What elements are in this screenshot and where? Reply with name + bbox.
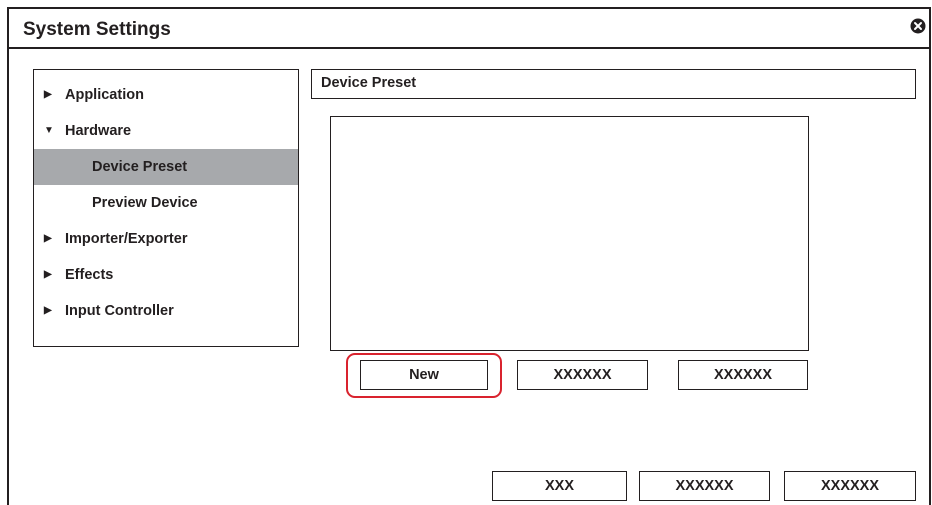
tree-item-label: Preview Device xyxy=(92,195,198,211)
preset-action-button-2[interactable]: XXXXXX xyxy=(517,360,648,390)
footer-button-1[interactable]: XXX xyxy=(492,471,627,501)
title-bar: System Settings xyxy=(9,9,929,49)
tree-item-preview-device[interactable]: Preview Device xyxy=(34,185,298,221)
tree-item-label: Hardware xyxy=(65,123,132,139)
tree-item-label: Application xyxy=(65,87,144,103)
collapse-arrow-icon[interactable]: ▼ xyxy=(44,113,54,149)
tree-item-importer-exporter[interactable]: ▶ Importer/Exporter xyxy=(34,221,298,257)
tree-item-application[interactable]: ▶ Application xyxy=(34,77,298,113)
dialog-title: System Settings xyxy=(23,19,171,40)
settings-tree: ▶ Application ▼ Hardware Device Preset P… xyxy=(33,69,299,347)
tree-item-label: Importer/Exporter xyxy=(65,231,188,247)
close-icon[interactable] xyxy=(910,18,926,34)
device-preset-list[interactable] xyxy=(330,116,809,351)
expand-arrow-icon[interactable]: ▶ xyxy=(44,293,52,329)
tree-item-label: Device Preset xyxy=(92,159,188,175)
tree-item-effects[interactable]: ▶ Effects xyxy=(34,257,298,293)
system-settings-dialog: System Settings ▶ Application ▼ Hardware… xyxy=(7,7,931,505)
preset-action-button-3[interactable]: XXXXXX xyxy=(678,360,808,390)
tree-item-hardware[interactable]: ▼ Hardware xyxy=(34,113,298,149)
footer-button-3[interactable]: XXXXXX xyxy=(784,471,916,501)
expand-arrow-icon[interactable]: ▶ xyxy=(44,257,52,293)
tree-item-label: Effects xyxy=(65,267,114,283)
new-button[interactable]: New xyxy=(360,360,488,390)
section-header: Device Preset xyxy=(311,69,916,99)
expand-arrow-icon[interactable]: ▶ xyxy=(44,77,52,113)
tree-item-label: Input Controller xyxy=(65,303,174,319)
expand-arrow-icon[interactable]: ▶ xyxy=(44,221,52,257)
tree-item-input-controller[interactable]: ▶ Input Controller xyxy=(34,293,298,329)
tree-item-device-preset[interactable]: Device Preset xyxy=(34,149,298,185)
footer-button-2[interactable]: XXXXXX xyxy=(639,471,770,501)
